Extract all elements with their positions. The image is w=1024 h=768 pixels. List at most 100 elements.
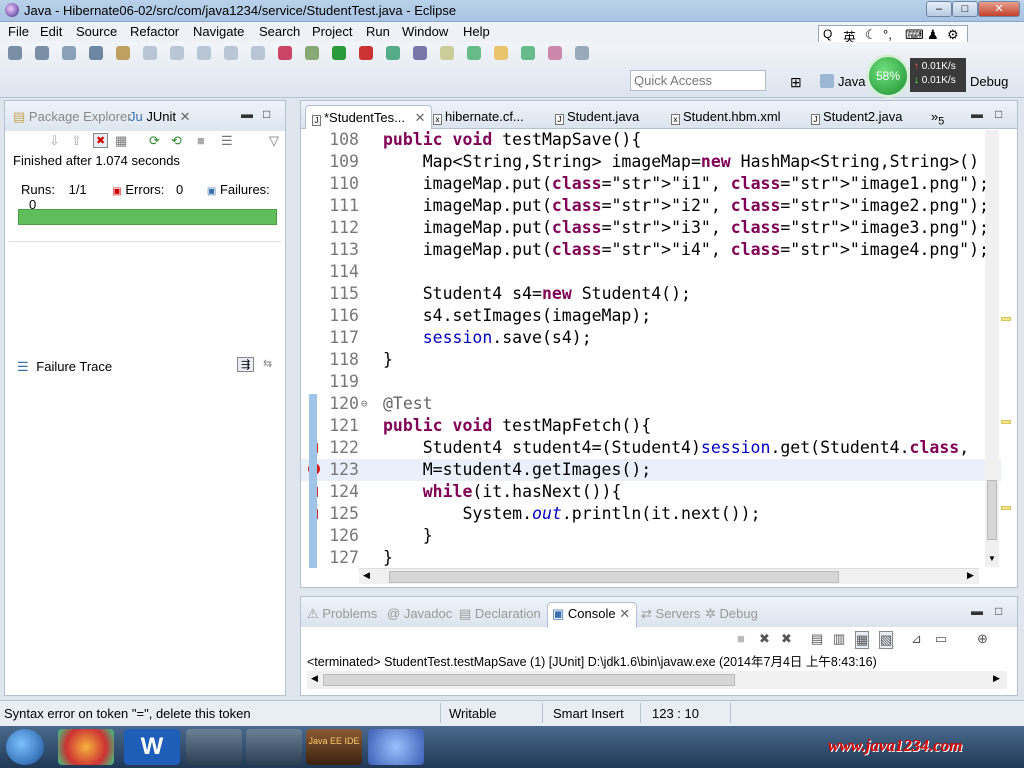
code-line[interactable]: 112 imageMap.put(class="str">"i3", class… — [301, 217, 1001, 239]
wrench-icon[interactable]: ⚙ — [947, 27, 959, 43]
code-line[interactable]: 117 session.save(s4); — [301, 327, 1001, 349]
toolbar-button-icon[interactable] — [89, 46, 103, 60]
code-line[interactable]: 116 s4.setImages(imageMap); — [301, 305, 1001, 327]
punct-icon[interactable]: °, — [883, 27, 892, 42]
scroll-left-icon[interactable]: ◀ — [311, 673, 318, 684]
code-line[interactable]: 114 — [301, 261, 1001, 283]
terminate-icon[interactable]: ■ — [737, 631, 745, 646]
menu-navigate[interactable]: Navigate — [193, 24, 244, 39]
toolbar-button-icon[interactable] — [305, 46, 319, 60]
tab-student2-java[interactable]: J Student2.java — [811, 109, 903, 125]
toolbar-button-icon[interactable] — [8, 46, 22, 60]
javaee-ide-icon[interactable]: Java EE IDE — [306, 729, 362, 765]
show-stderr-icon[interactable]: ▧ — [879, 631, 894, 649]
code-line[interactable]: 118} — [301, 349, 1001, 371]
tab-student-hbm[interactable]: x Student.hbm.xml — [671, 109, 781, 125]
scroll-right-icon[interactable]: ▶ — [967, 570, 974, 581]
more-tabs-button[interactable]: »5 — [931, 109, 944, 128]
console-horizontal-scrollbar[interactable]: ◀ ▶ — [307, 671, 1007, 689]
remove-all-icon[interactable]: ✖ — [781, 631, 792, 647]
open-perspective-icon[interactable]: ⊞ — [790, 74, 802, 91]
toolbar-button-icon[interactable] — [467, 46, 481, 60]
maximize-editor-icon[interactable]: □ — [995, 107, 1002, 121]
code-line[interactable]: 122 Student4 student4=(Student4)session.… — [301, 437, 1001, 459]
moon-icon[interactable]: ☾ — [865, 27, 877, 43]
tab-declaration[interactable]: ▤ Declaration — [459, 606, 541, 622]
code-line[interactable]: 121 public void testMapFetch(){ — [301, 415, 1001, 437]
scroll-down-icon[interactable]: ▼ — [988, 554, 996, 563]
taskbar-app-icon[interactable] — [58, 729, 114, 765]
tab-package-explorer[interactable]: ▤ Package Explorer — [13, 109, 132, 125]
code-line[interactable]: 126 } — [301, 525, 1001, 547]
code-line[interactable]: 113 imageMap.put(class="str">"i4", class… — [301, 239, 1001, 261]
toolbar-button-icon[interactable] — [278, 46, 292, 60]
menu-file[interactable]: File — [8, 24, 29, 39]
toolbar-button-icon[interactable] — [251, 46, 265, 60]
code-line[interactable]: 110 imageMap.put(class="str">"i1", class… — [301, 173, 1001, 195]
overview-marker[interactable] — [1001, 317, 1011, 321]
close-button[interactable]: ✕ — [978, 1, 1020, 17]
pin-console-icon[interactable]: ⊿ — [911, 631, 922, 647]
maximize-button[interactable]: □ — [952, 1, 978, 17]
code-area[interactable]: 108 public void testMapSave(){109 Map<Str… — [301, 129, 1001, 569]
close-tab-icon[interactable]: ✕ — [415, 110, 426, 125]
tab-studenttest[interactable]: J *StudentTes... ✕ — [305, 105, 433, 129]
minimize-view-icon[interactable]: ▬ — [241, 107, 253, 121]
code-line[interactable]: 127} — [301, 547, 1001, 569]
scroll-lock-icon[interactable]: ▦ — [115, 133, 127, 149]
close-tab-icon[interactable]: ✕ — [180, 109, 191, 124]
toolbar-button-icon[interactable] — [170, 46, 184, 60]
code-line[interactable]: 123 M=student4.getImages();✖ — [301, 459, 1001, 481]
tab-console[interactable]: ▣ Console ✕ — [547, 602, 638, 628]
compare-icon[interactable]: ⇆ — [263, 357, 272, 370]
code-line[interactable]: 111 imageMap.put(class="str">"i2", class… — [301, 195, 1001, 217]
history-icon[interactable]: ☰ — [221, 133, 233, 149]
user-icon[interactable]: ♟ — [927, 27, 939, 43]
scroll-left-icon[interactable]: ◀ — [363, 570, 370, 581]
toolbar-button-icon[interactable] — [494, 46, 508, 60]
toolbar-button-icon[interactable] — [143, 46, 157, 60]
menu-project[interactable]: Project — [312, 24, 352, 39]
taskbar-app-icon[interactable] — [246, 729, 302, 765]
toolbar-button-icon[interactable] — [332, 46, 346, 60]
tab-javadoc[interactable]: @ Javadoc — [387, 606, 452, 621]
perspective-java[interactable]: Java — [838, 74, 865, 89]
view-menu-icon[interactable]: ▽ — [269, 133, 279, 149]
overview-marker[interactable] — [1001, 420, 1011, 424]
editor-horizontal-scrollbar[interactable]: ◀ ▶ — [359, 568, 979, 584]
terminal-app-icon[interactable] — [186, 729, 242, 765]
fold-icon[interactable]: ⊖ — [361, 393, 368, 415]
maximize-console-icon[interactable]: □ — [995, 604, 1002, 618]
toolbar-button-icon[interactable] — [575, 46, 589, 60]
close-tab-icon[interactable]: ✕ — [619, 606, 630, 621]
toolbar-button-icon[interactable] — [440, 46, 454, 60]
code-line[interactable]: 124 while(it.hasNext()){ — [301, 481, 1001, 503]
code-line[interactable]: 119 — [301, 371, 1001, 393]
toolbar-button-icon[interactable] — [35, 46, 49, 60]
code-line[interactable]: 115 Student4 s4=new Student4(); — [301, 283, 1001, 305]
remove-launch-icon[interactable]: ✖ — [759, 631, 770, 647]
rerun-icon[interactable]: ⟳ — [149, 133, 160, 149]
filter-trace-icon[interactable]: ⇶ — [237, 357, 255, 372]
menu-edit[interactable]: Edit — [40, 24, 62, 39]
display-console-icon[interactable]: ▭ — [935, 631, 947, 647]
menu-window[interactable]: Window — [402, 24, 448, 39]
open-console-icon[interactable]: ⊕ — [977, 631, 988, 647]
prev-failure-icon[interactable]: ⇧ — [71, 133, 82, 149]
player-app-icon[interactable] — [368, 729, 424, 765]
code-line[interactable]: 125 System.out.println(it.next()); — [301, 503, 1001, 525]
toolbar-button-icon[interactable] — [224, 46, 238, 60]
code-line[interactable]: 109 Map<String,String> imageMap=new Hash… — [301, 151, 1001, 173]
wps-writer-icon[interactable]: W — [124, 729, 180, 765]
failures-only-icon[interactable]: ✖ — [93, 133, 109, 148]
menu-search[interactable]: Search — [259, 24, 300, 39]
minimize-editor-icon[interactable]: ▬ — [971, 107, 983, 121]
editor-vertical-scrollbar[interactable]: ▼ — [985, 130, 999, 567]
overview-marker[interactable] — [1001, 506, 1011, 510]
toolbar-button-icon[interactable] — [359, 46, 373, 60]
maximize-view-icon[interactable]: □ — [263, 107, 270, 121]
tab-debug[interactable]: ✲ Debug — [705, 606, 758, 622]
minimize-button[interactable]: – — [926, 1, 952, 17]
toolbar-button-icon[interactable] — [62, 46, 76, 60]
ime-icon[interactable]: Q — [823, 27, 832, 41]
